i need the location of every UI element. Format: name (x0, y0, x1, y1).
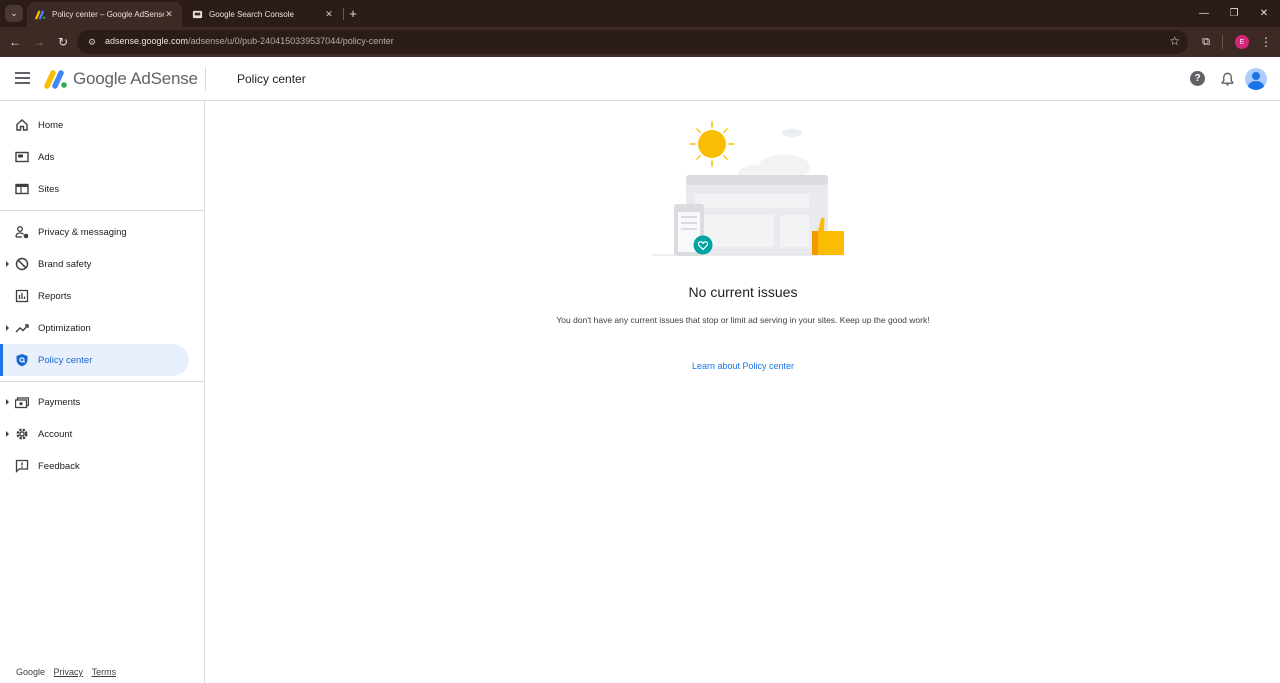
footer-terms-link[interactable]: Terms (92, 667, 117, 677)
sidebar-item-ads[interactable]: Ads (0, 141, 189, 173)
page-title: Policy center (237, 72, 306, 86)
tab-title: Google Search Console (209, 10, 294, 19)
sidebar-item-label: Policy center (38, 354, 93, 366)
ads-icon (14, 149, 30, 165)
search-console-icon (192, 10, 203, 19)
sidebar-item-account[interactable]: Account (0, 418, 189, 450)
sidebar-item-label: Feedback (38, 460, 80, 472)
sidebar-item-label: Home (38, 119, 64, 131)
extensions-icon[interactable]: ⧉ (1198, 34, 1214, 50)
forward-icon[interactable]: → (31, 34, 47, 50)
avatar[interactable] (1245, 68, 1267, 90)
sidebar: Home Ads Sites Privacy & messaging Brand… (0, 101, 205, 683)
tab-search-button[interactable]: ⌄ (5, 5, 23, 22)
sidebar-item-privacy-messaging[interactable]: Privacy & messaging (0, 216, 189, 248)
sidebar-item-label: Privacy & messaging (38, 226, 127, 238)
profile-avatar[interactable]: E (1235, 35, 1249, 49)
tab-title: Policy center – Google AdSense (52, 10, 164, 19)
no-issues-illustration (652, 121, 844, 256)
sidebar-item-payments[interactable]: Payments (0, 386, 189, 418)
sidebar-item-label: Brand safety (38, 258, 92, 270)
expand-caret-icon (6, 431, 9, 437)
browser-tabstrip: ⌄ Policy center – Google AdSense ✕ Googl… (0, 0, 1280, 27)
tab-divider (343, 8, 344, 20)
adsense-logo (44, 70, 67, 89)
trending-icon (14, 320, 30, 336)
sidebar-divider (0, 210, 205, 211)
restore-icon[interactable]: ❐ (1218, 0, 1250, 27)
tab-adsense[interactable]: Policy center – Google AdSense ✕ (27, 2, 182, 27)
sidebar-item-home[interactable]: Home (0, 109, 189, 141)
expand-caret-icon (6, 325, 9, 331)
site-info-icon[interactable]: ⚙ (86, 36, 98, 48)
toolbar-divider (1222, 35, 1223, 49)
close-icon[interactable]: ✕ (324, 9, 334, 20)
payments-icon (14, 394, 30, 410)
learn-about-policy-center-link[interactable]: Learn about Policy center (206, 361, 1280, 371)
reports-icon (14, 288, 30, 304)
bookmark-star-icon[interactable]: ☆ (1169, 34, 1180, 48)
sidebar-item-reports[interactable]: Reports (0, 280, 189, 312)
sites-icon (14, 181, 30, 197)
sidebar-item-optimization[interactable]: Optimization (0, 312, 189, 344)
sidebar-divider (0, 381, 205, 382)
sidebar-item-sites[interactable]: Sites (0, 173, 189, 205)
sidebar-item-label: Account (38, 428, 73, 440)
adsense-icon (35, 10, 46, 20)
sidebar-item-feedback[interactable]: Feedback (0, 450, 189, 482)
app-header: Google AdSense Policy center ? (0, 57, 1280, 101)
browser-menu-icon[interactable]: ⋮ (1260, 34, 1272, 50)
reload-icon[interactable]: ↻ (55, 34, 71, 50)
block-icon (14, 256, 30, 272)
footer-google: Google (16, 667, 46, 677)
policy-shield-icon (14, 352, 30, 368)
sidebar-item-policy-center[interactable]: Policy center (0, 344, 189, 376)
header-divider (205, 67, 206, 91)
expand-caret-icon (6, 399, 9, 405)
address-bar[interactable]: ⚙ adsense.google.com/adsense/u/0/pub-240… (77, 30, 1188, 54)
footer-privacy-link[interactable]: Privacy (54, 667, 84, 677)
minimize-icon[interactable]: — (1188, 0, 1220, 27)
feedback-icon (14, 458, 30, 474)
privacy-icon (14, 224, 30, 240)
empty-state-title: No current issues (688, 284, 798, 300)
browser-toolbar: ← → ↻ ⚙ adsense.google.com/adsense/u/0/p… (0, 27, 1280, 57)
sidebar-item-brand-safety[interactable]: Brand safety (0, 248, 189, 280)
sidebar-footer: Google Privacy Terms (16, 667, 116, 677)
brand-name: Google AdSense (73, 69, 198, 88)
sidebar-item-label: Reports (38, 290, 72, 302)
main-content: No current issues You don't have any cur… (206, 101, 1280, 683)
url-text: adsense.google.com/adsense/u/0/pub-24041… (105, 36, 394, 46)
help-icon[interactable]: ? (1190, 71, 1205, 86)
close-icon[interactable]: ✕ (164, 9, 174, 20)
sidebar-item-label: Sites (38, 183, 60, 195)
gear-icon (14, 426, 30, 442)
back-icon[interactable]: ← (7, 34, 23, 50)
home-icon (14, 117, 30, 133)
notifications-icon[interactable] (1220, 71, 1235, 87)
tab-search-console[interactable]: Google Search Console ✕ (184, 2, 342, 27)
sidebar-item-label: Payments (38, 396, 81, 408)
menu-icon[interactable] (15, 72, 30, 84)
new-tab-button[interactable]: + (346, 5, 360, 21)
window-close-icon[interactable]: ✕ (1248, 0, 1280, 27)
sidebar-item-label: Ads (38, 151, 55, 163)
expand-caret-icon (6, 261, 9, 267)
empty-state-description: You don't have any current issues that s… (556, 315, 930, 325)
sidebar-item-label: Optimization (38, 322, 91, 334)
